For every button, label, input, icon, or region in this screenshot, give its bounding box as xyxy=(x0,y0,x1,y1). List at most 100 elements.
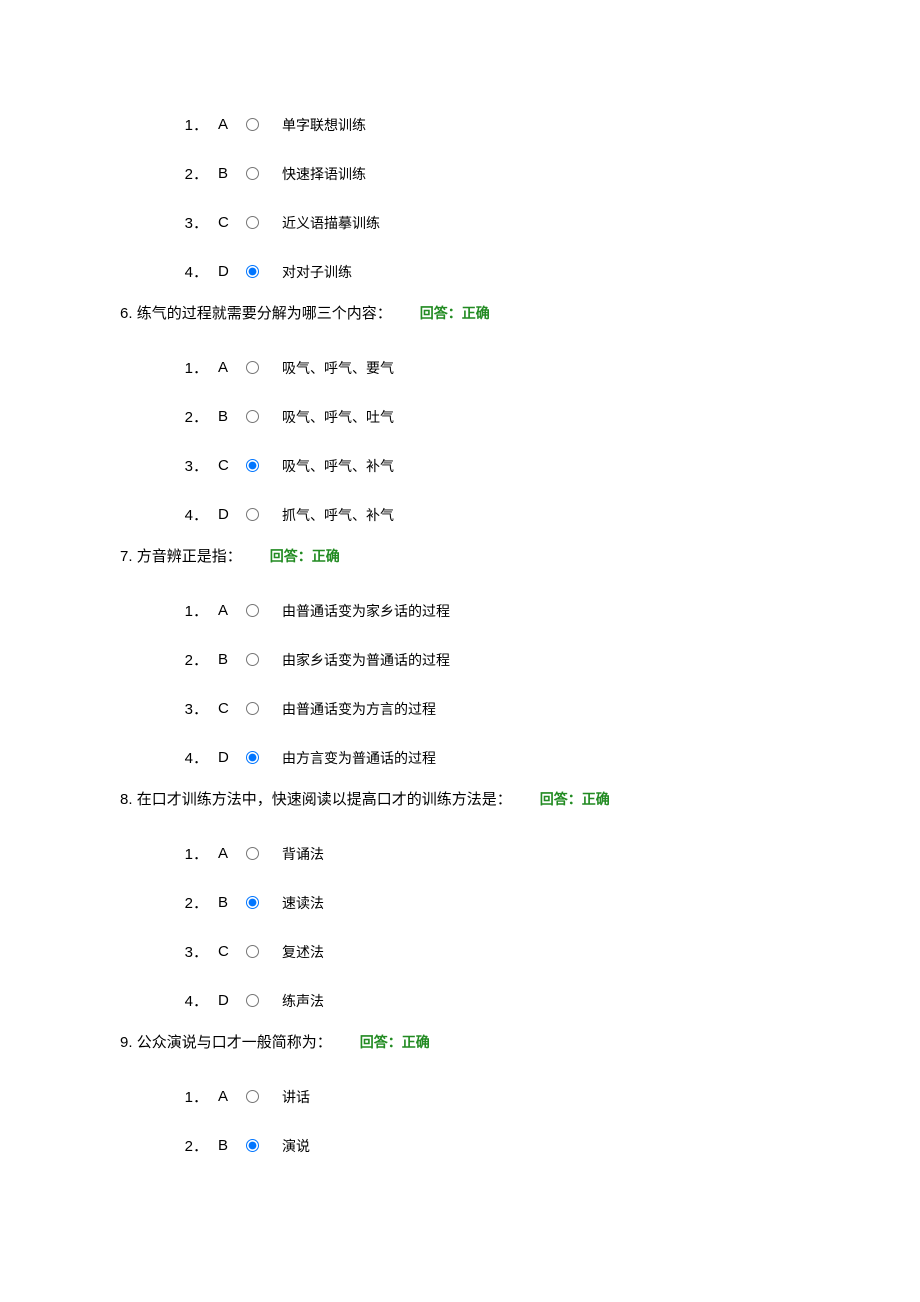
option-text: 复述法 xyxy=(274,942,324,962)
option-radio[interactable] xyxy=(246,1139,259,1152)
option-row: 2．B速读法 xyxy=(162,878,920,927)
option-text: 对对子训练 xyxy=(274,262,352,282)
option-letter: A xyxy=(212,359,246,376)
option-text: 近义语描摹训练 xyxy=(274,213,380,233)
option-radio[interactable] xyxy=(246,118,259,131)
option-text: 抓气、呼气、补气 xyxy=(274,505,394,525)
option-letter: C xyxy=(212,700,246,717)
radio-wrap xyxy=(246,459,274,472)
option-radio[interactable] xyxy=(246,653,259,666)
question-line: 7. 方音辨正是指：回答：正确 xyxy=(120,539,920,570)
option-row: 1．A 吸气、呼气、要气 xyxy=(162,343,920,392)
option-index: 2． xyxy=(162,649,212,670)
question-number: 7. xyxy=(120,548,137,565)
answer-feedback: 回答：正确 xyxy=(242,548,340,564)
question-number: 6. xyxy=(120,305,137,322)
option-letter: C xyxy=(212,457,246,474)
answer-feedback: 回答：正确 xyxy=(392,305,490,321)
option-radio[interactable] xyxy=(246,459,259,472)
option-letter: D xyxy=(212,506,246,523)
option-letter: C xyxy=(212,214,246,231)
option-text: 吸气、呼气、要气 xyxy=(274,358,394,378)
question-number: 9. xyxy=(120,1034,137,1051)
option-row: 3．C吸气、呼气、补气 xyxy=(162,441,920,490)
option-row: 1．A背诵法 xyxy=(162,829,920,878)
option-row: 2．B快速择语训练 xyxy=(162,149,920,198)
option-radio[interactable] xyxy=(246,265,259,278)
option-letter: C xyxy=(212,943,246,960)
options-list: 1．A 单字联想训练 2．B快速择语训练 3．C 近义语描摹训练 4．D 对对子训练 xyxy=(120,100,920,296)
option-text: 由普通话变为家乡话的过程 xyxy=(274,601,450,621)
option-radio[interactable] xyxy=(246,751,259,764)
option-row: 3．C 复述法 xyxy=(162,927,920,976)
option-text: 由方言变为普通话的过程 xyxy=(274,748,436,768)
option-text: 由家乡话变为普通话的过程 xyxy=(274,650,450,670)
radio-wrap xyxy=(246,702,274,715)
option-radio[interactable] xyxy=(246,216,259,229)
option-text: 演说 xyxy=(274,1136,310,1156)
radio-wrap xyxy=(246,1090,274,1103)
option-index: 4． xyxy=(162,261,212,282)
option-radio[interactable] xyxy=(246,167,259,180)
radio-wrap xyxy=(246,896,274,909)
option-index: 1． xyxy=(162,114,212,135)
option-row: 2．B吸气、呼气、吐气 xyxy=(162,392,920,441)
radio-wrap xyxy=(246,945,274,958)
document-page: 1．A单字联想训练2．B快速择语训练3．C近义语描摹训练4．D对对子训练6. 练… xyxy=(0,0,920,1302)
options-list: 1．A讲话2．B演说 xyxy=(120,1072,920,1170)
radio-wrap xyxy=(246,604,274,617)
options-list: 1．A背诵法2．B速读法 3．C 复述法 4．D练声法 xyxy=(120,829,920,1025)
radio-wrap xyxy=(246,265,274,278)
option-letter: A xyxy=(212,602,246,619)
option-text: 讲话 xyxy=(274,1087,310,1107)
option-index: 1． xyxy=(162,1086,212,1107)
radio-wrap xyxy=(246,216,274,229)
radio-wrap xyxy=(246,653,274,666)
option-radio[interactable] xyxy=(246,945,259,958)
option-index: 4． xyxy=(162,990,212,1011)
radio-wrap xyxy=(246,1139,274,1152)
option-letter: A xyxy=(212,1088,246,1105)
option-index: 1． xyxy=(162,357,212,378)
option-row: 4．D抓气、呼气、补气 xyxy=(162,490,920,539)
option-index: 3． xyxy=(162,212,212,233)
option-letter: B xyxy=(212,894,246,911)
option-index: 2． xyxy=(162,163,212,184)
option-index: 1． xyxy=(162,600,212,621)
option-letter: B xyxy=(212,408,246,425)
option-radio[interactable] xyxy=(246,1090,259,1103)
question-text: 公众演说与口才一般简称为： xyxy=(137,1034,332,1051)
option-letter: A xyxy=(212,116,246,133)
radio-wrap xyxy=(246,994,274,1007)
option-radio[interactable] xyxy=(246,896,259,909)
option-text: 吸气、呼气、吐气 xyxy=(274,407,394,427)
option-row: 1．A 由普通话变为家乡话的过程 xyxy=(162,586,920,635)
option-text: 背诵法 xyxy=(274,844,324,864)
option-row: 2．B演说 xyxy=(162,1121,920,1170)
option-radio[interactable] xyxy=(246,994,259,1007)
option-index: 3． xyxy=(162,941,212,962)
option-radio[interactable] xyxy=(246,847,259,860)
radio-wrap xyxy=(246,847,274,860)
spacer xyxy=(120,570,920,586)
radio-wrap xyxy=(246,118,274,131)
option-row: 2．B由家乡话变为普通话的过程 xyxy=(162,635,920,684)
option-text: 单字联想训练 xyxy=(274,115,366,135)
option-row: 4．D练声法 xyxy=(162,976,920,1025)
option-index: 3． xyxy=(162,455,212,476)
option-radio[interactable] xyxy=(246,604,259,617)
option-row: 3．C 近义语描摹训练 xyxy=(162,198,920,247)
option-letter: D xyxy=(212,263,246,280)
option-row: 4．D由方言变为普通话的过程 xyxy=(162,733,920,782)
option-radio[interactable] xyxy=(246,361,259,374)
option-index: 3． xyxy=(162,698,212,719)
option-radio[interactable] xyxy=(246,410,259,423)
option-letter: B xyxy=(212,165,246,182)
option-letter: D xyxy=(212,992,246,1009)
option-radio[interactable] xyxy=(246,702,259,715)
option-letter: B xyxy=(212,1137,246,1154)
option-row: 3．C由普通话变为方言的过程 xyxy=(162,684,920,733)
option-radio[interactable] xyxy=(246,508,259,521)
radio-wrap xyxy=(246,410,274,423)
question-line: 6. 练气的过程就需要分解为哪三个内容：回答：正确 xyxy=(120,296,920,327)
